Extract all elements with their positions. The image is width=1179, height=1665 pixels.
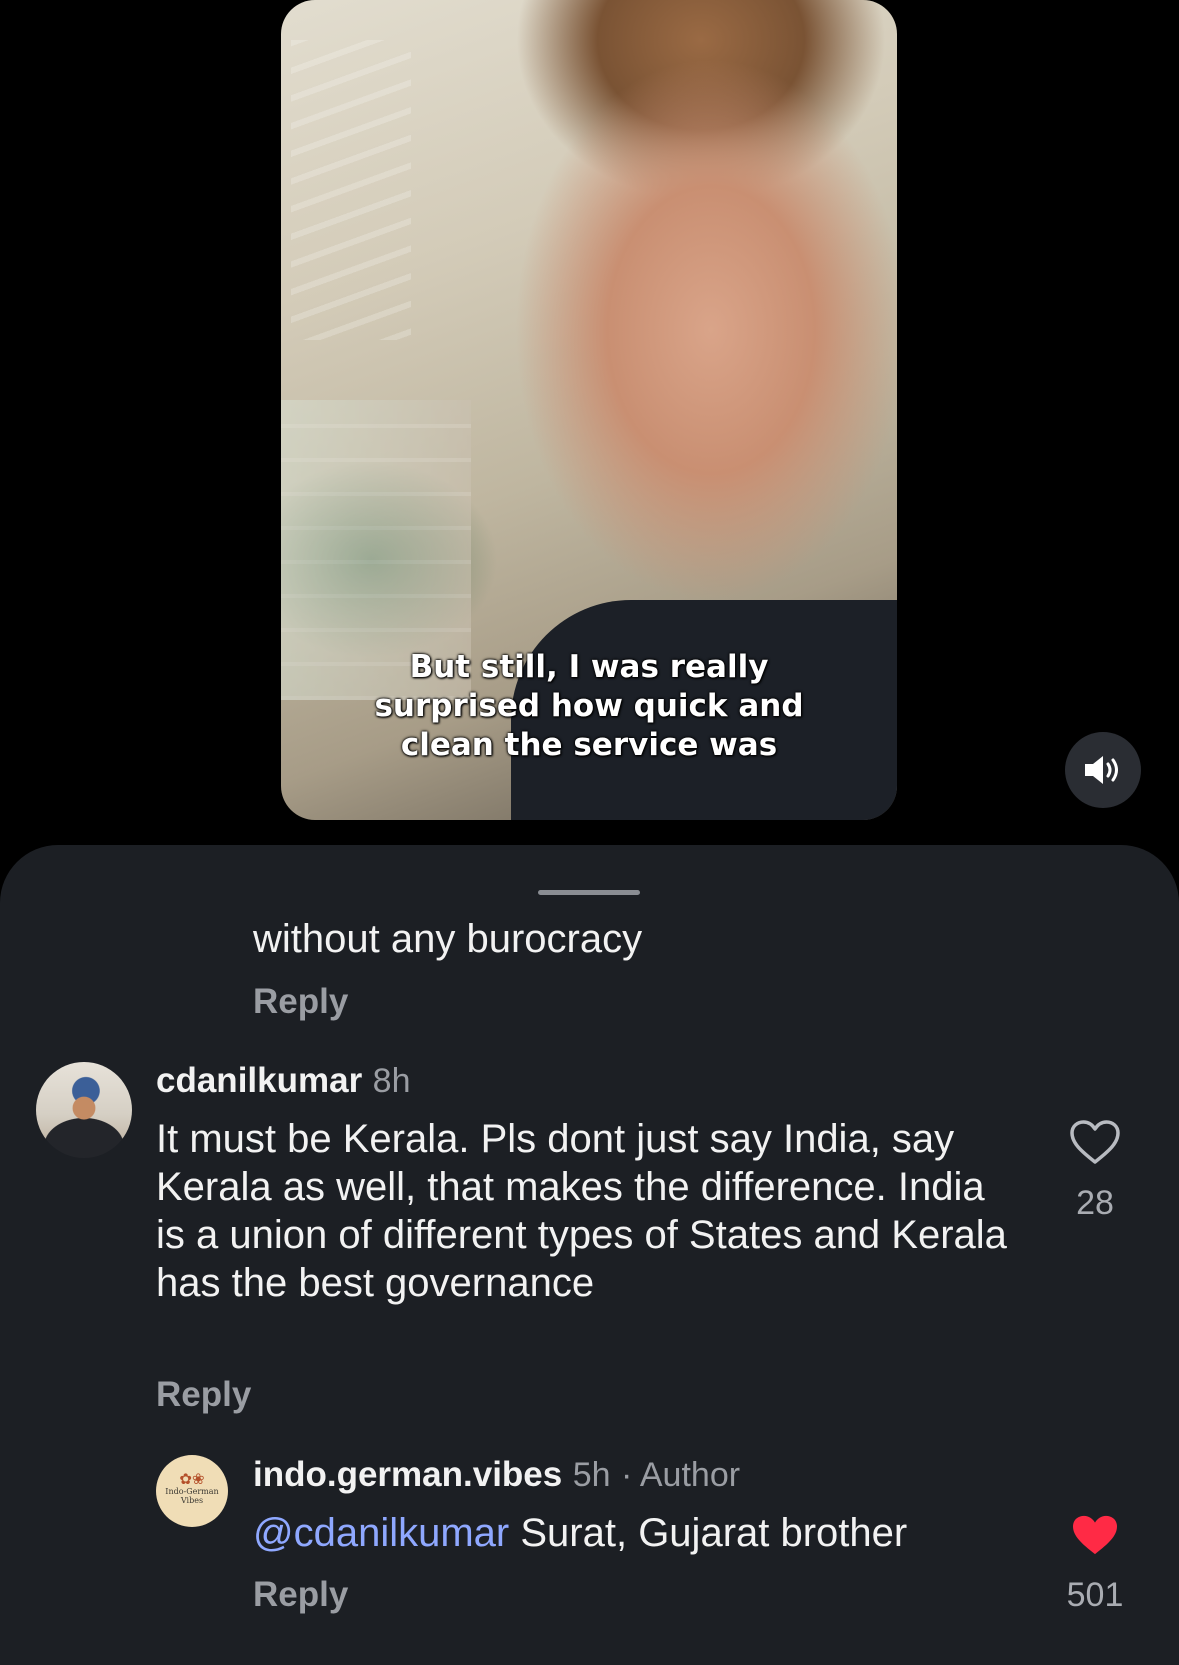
comments-sheet: without any burocracy Reply cdanilkumar … [0,845,1179,1665]
like-button[interactable]: 501 [1050,1513,1140,1615]
like-button[interactable]: 28 [1050,1119,1140,1223]
author-badge: · Author [620,1456,741,1494]
reel-video[interactable]: But still, I was really surprised how qu… [281,0,897,820]
logo-icon: ✿❀ [179,1470,205,1488]
comment-username[interactable]: indo.german.vibes [253,1455,562,1494]
like-count: 501 [1066,1576,1124,1614]
subtitle-line: But still, I was really [409,649,769,685]
comment-text-body: Surat, Gujarat brother [509,1511,908,1555]
comment-time: 5h [572,1456,611,1494]
comment-username[interactable]: cdanilkumar [156,1061,362,1100]
comment-text: @cdanilkumar Surat, Gujarat brother [253,1509,907,1557]
video-subtitle: But still, I was really surprised how qu… [281,648,897,765]
previous-comment-text: without any burocracy [253,917,643,961]
sheet-grab-handle[interactable] [538,890,640,895]
speaker-icon [1085,756,1118,784]
comment-header: indo.german.vibes 5h · Author [253,1455,740,1495]
reply-button[interactable]: Reply [253,982,348,1022]
like-count: 28 [1076,1184,1114,1222]
reply-button[interactable]: Reply [156,1375,251,1415]
comment-text: It must be Kerala. Pls dont just say Ind… [156,1117,1007,1305]
avatar-logo-text: Indo-German Vibes [165,1487,219,1505]
avatar[interactable] [36,1062,132,1158]
mute-button[interactable] [1065,732,1141,808]
comment-time: 8h [372,1062,411,1100]
avatar[interactable]: ✿❀ Indo-German Vibes [156,1455,228,1527]
comment-header: cdanilkumar 8h [156,1061,410,1101]
heart-icon [1073,1515,1117,1555]
subtitle-line: clean the service was [400,727,778,763]
subtitle-line: surprised how quick and [374,688,804,724]
reply-button[interactable]: Reply [253,1575,348,1615]
video-background [291,40,411,340]
mention-link[interactable]: @cdanilkumar [253,1511,509,1555]
heart-icon [1070,1120,1120,1164]
